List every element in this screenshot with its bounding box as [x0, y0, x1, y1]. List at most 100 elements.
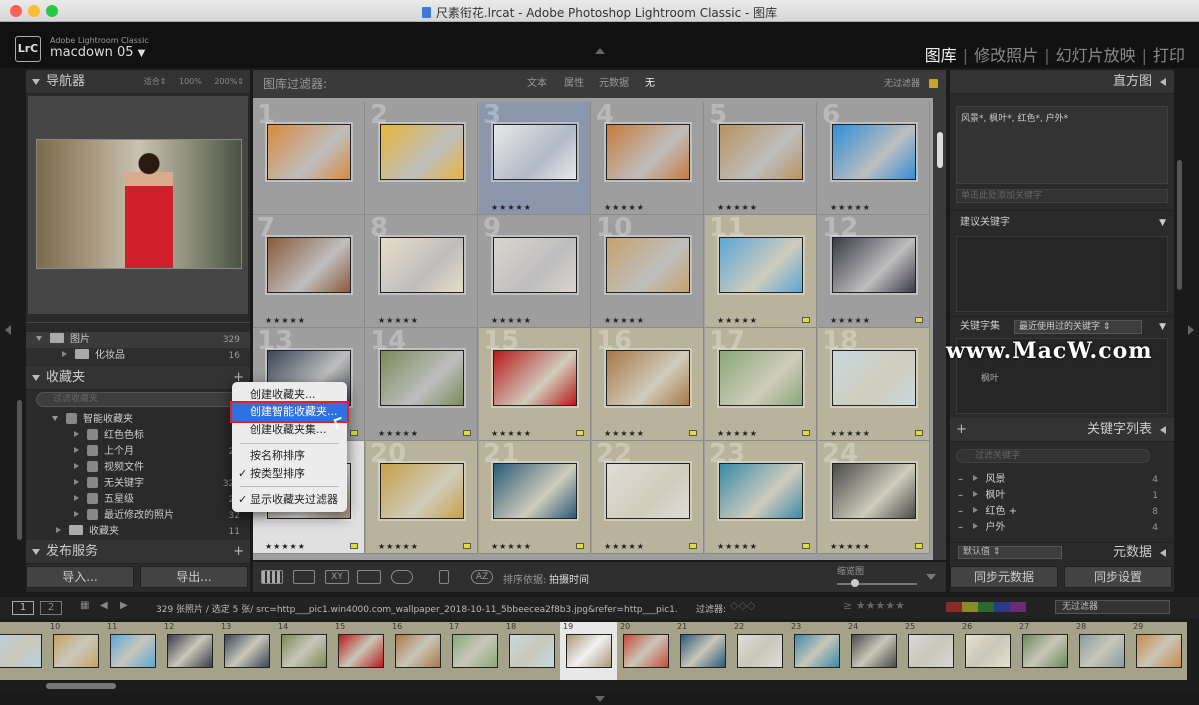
import-button[interactable]: 导入... [26, 566, 134, 588]
star-rating[interactable]: ★★★★★ [265, 316, 306, 325]
color-label-filter[interactable] [946, 602, 1026, 612]
collection-item[interactable]: 收藏夹 11 [26, 524, 250, 540]
star-rating[interactable]: ★★★★★ [491, 429, 532, 438]
grid-cell[interactable]: 8 ★★★★★ [366, 215, 478, 328]
publish-services-header[interactable]: 发布服务 + [26, 540, 250, 564]
grid-cell[interactable]: 12 ★★★★★ [818, 215, 930, 328]
top-panel-toggle-icon[interactable] [595, 48, 605, 54]
star-rating[interactable]: ★★★★★ [604, 429, 645, 438]
keyword-row[interactable]: – 枫叶 1 [950, 488, 1174, 504]
add-publish-plus-icon[interactable]: + [233, 540, 244, 564]
filmstrip-thumbnail[interactable] [0, 622, 47, 680]
flag-filter-icon[interactable]: ◇◇◇ [730, 599, 755, 612]
star-rating[interactable]: ★★★★★ [378, 316, 419, 325]
filter-text[interactable]: 文本 [527, 70, 547, 98]
zoom-100[interactable]: 100% [179, 77, 202, 86]
survey-view-icon[interactable] [357, 570, 381, 584]
filmstrip-thumbnail[interactable]: 14 [275, 622, 332, 680]
filter-attribute[interactable]: 属性 [564, 70, 584, 98]
grid-cell[interactable]: 6 ★★★★★ [818, 102, 930, 215]
grid-cell[interactable]: 2 [366, 102, 478, 215]
grid-cell[interactable]: 24 ★★★★★ [818, 441, 930, 554]
add-keyword-plus-icon[interactable]: + [956, 418, 967, 442]
grid-cell[interactable]: 17 ★★★★★ [705, 328, 817, 441]
add-keyword-input[interactable]: 单击此处添加关键字 [956, 189, 1168, 203]
collection-item[interactable]: 最近修改的照片 32 [26, 508, 250, 524]
filmstrip-thumbnail[interactable]: 19 [560, 622, 617, 680]
grid-cell[interactable]: 22 ★★★★★ [592, 441, 704, 554]
filmstrip-thumbnail[interactable]: 29 [1130, 622, 1187, 680]
collections-header[interactable]: 收藏夹 + [26, 366, 250, 390]
main-window-button[interactable]: 1 [12, 601, 34, 615]
star-rating[interactable]: ★★★★★ [378, 429, 419, 438]
photo-thumbnail[interactable] [832, 350, 916, 406]
grid-cell[interactable]: 20 ★★★★★ [366, 441, 478, 554]
sync-settings-button[interactable]: 同步设置 [1064, 566, 1172, 588]
filmstrip-thumbnail[interactable]: 28 [1073, 622, 1130, 680]
catalog-name[interactable]: macdown 05 ▼ [50, 45, 145, 60]
photo-thumbnail[interactable] [493, 124, 577, 180]
filmstrip-thumbnail[interactable]: 16 [389, 622, 446, 680]
filter-metadata[interactable]: 元数据 [599, 70, 629, 98]
filter-preset[interactable]: 无过滤器 [884, 70, 920, 98]
people-view-icon[interactable] [391, 570, 413, 584]
star-rating[interactable]: ★★★★★ [378, 542, 419, 551]
grid-cell[interactable]: 21 ★★★★★ [479, 441, 591, 554]
module-slideshow[interactable]: 幻灯片放映 [1056, 46, 1136, 65]
grid-cell[interactable]: 3 ★★★★★ [479, 102, 591, 215]
star-rating[interactable]: ★★★★★ [604, 203, 645, 212]
photo-thumbnail[interactable] [832, 124, 916, 180]
keyword-row[interactable]: – 风景 4 [950, 472, 1174, 488]
keyword-tags-box[interactable]: 风景*, 枫叶*, 红色*, 户外* [956, 106, 1168, 184]
photo-thumbnail[interactable] [380, 350, 464, 406]
metadata-preset-select[interactable]: 默认值 ⇕ [958, 546, 1062, 559]
filter-none[interactable]: 无 [645, 70, 655, 98]
photo-thumbnail[interactable] [267, 124, 351, 180]
sort-direction-icon[interactable]: AZ [471, 570, 493, 584]
photo-thumbnail[interactable] [606, 124, 690, 180]
filmstrip-thumbnail[interactable]: 25 [902, 622, 959, 680]
grid-icon[interactable]: ▦ [80, 600, 89, 611]
grid-cell[interactable]: 4 ★★★★★ [592, 102, 704, 215]
photo-thumbnail[interactable] [380, 463, 464, 519]
module-develop[interactable]: 修改照片 [974, 46, 1038, 65]
module-library[interactable]: 图库 [925, 46, 957, 65]
keyword-set-item[interactable]: 枫叶 [981, 371, 999, 384]
keyword-row[interactable]: – 红色 +8 [950, 504, 1174, 520]
histogram-header[interactable]: 直方图 [950, 70, 1174, 94]
grid-cell[interactable]: 15 ★★★★★ [479, 328, 591, 441]
forward-arrow-icon[interactable]: ▶ [120, 600, 128, 611]
toolbar-menu-icon[interactable] [926, 574, 936, 580]
photo-thumbnail[interactable] [606, 237, 690, 293]
keyword-row[interactable]: – 户外 4 [950, 520, 1174, 536]
menu-sort-by-type[interactable]: ✓ 按类型排序 [232, 465, 347, 483]
menu-create-smart-collection[interactable]: 创建智能收藏夹... [230, 401, 349, 423]
photo-thumbnail[interactable] [267, 237, 351, 293]
collection-item[interactable]: 五星级25 [26, 492, 250, 508]
bottom-panel-toggle-icon[interactable] [595, 696, 605, 702]
filmstrip-thumbnail[interactable]: 18 [503, 622, 560, 680]
star-rating[interactable]: ★★★★★ [604, 542, 645, 551]
menu-create-collection-set[interactable]: 创建收藏夹集... [232, 421, 347, 439]
folder-row[interactable]: 图片 329 [26, 332, 250, 348]
grid-cell[interactable]: 10 ★★★★★ [592, 215, 704, 328]
photo-thumbnail[interactable] [719, 463, 803, 519]
filmstrip-thumbnail[interactable]: 22 [731, 622, 788, 680]
collection-filter-input[interactable]: 过滤收藏夹 [36, 392, 244, 407]
filmstrip-thumbnail[interactable]: 26 [959, 622, 1016, 680]
keyword-list-header[interactable]: + 关键字列表 [950, 418, 1174, 442]
smart-collection-group[interactable]: 智能收藏夹 [26, 412, 250, 428]
star-rating[interactable]: ★★★★★ [717, 429, 758, 438]
star-rating[interactable]: ★★★★★ [830, 429, 871, 438]
photo-thumbnail[interactable] [493, 350, 577, 406]
photo-thumbnail[interactable] [380, 124, 464, 180]
star-rating[interactable]: ★★★★★ [717, 203, 758, 212]
folder-row[interactable]: 化妆品 16 [26, 348, 250, 364]
zoom-fit[interactable]: 适合 [144, 77, 160, 86]
photo-thumbnail[interactable] [606, 463, 690, 519]
grid-cell[interactable]: 1 [253, 102, 365, 215]
collection-item[interactable]: 上个月22 [26, 444, 250, 460]
collection-item[interactable]: 红色色标0 [26, 428, 250, 444]
export-button[interactable]: 导出... [140, 566, 248, 588]
star-rating[interactable]: ★★★★★ [717, 542, 758, 551]
